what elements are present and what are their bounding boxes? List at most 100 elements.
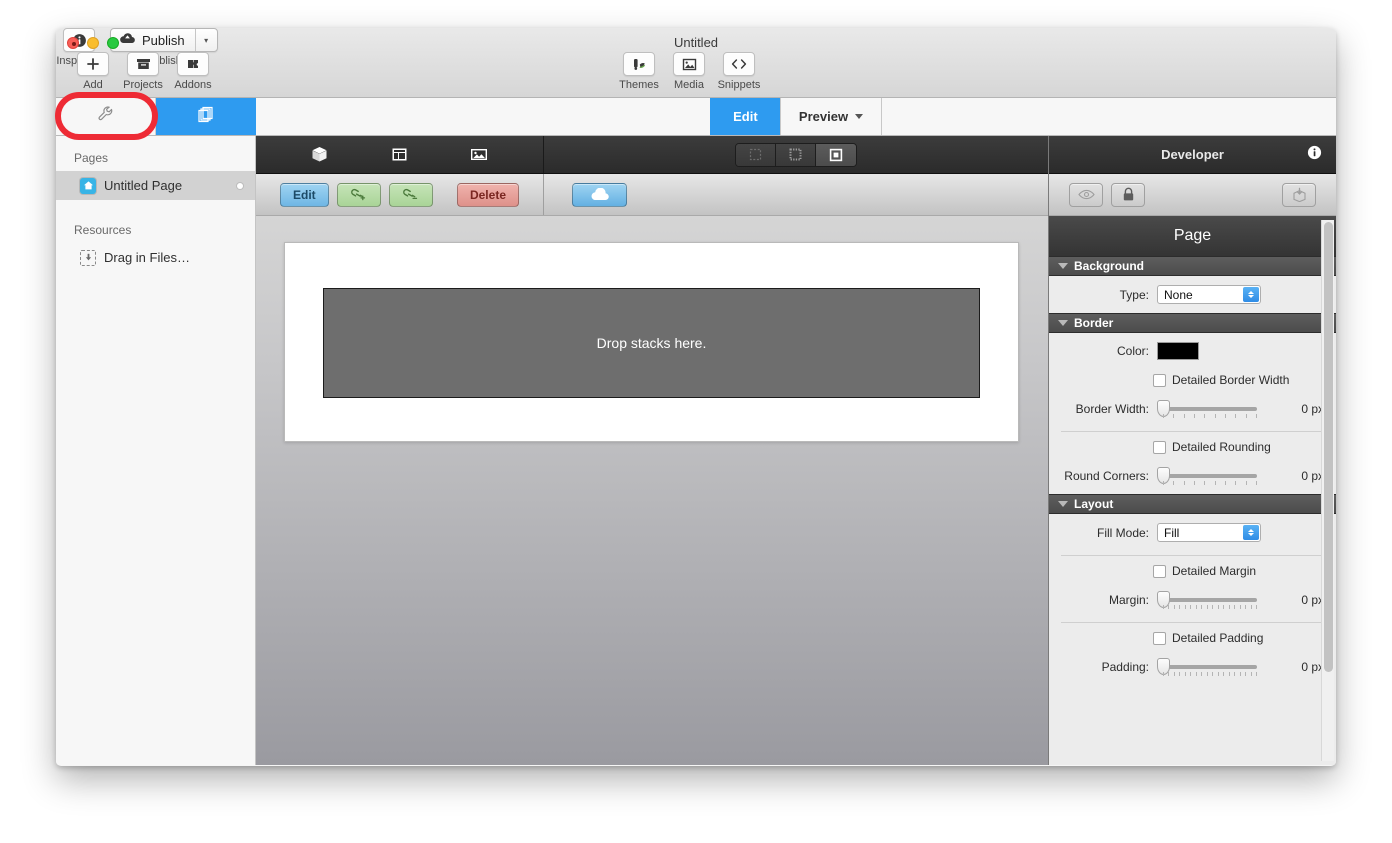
addon-plug-icon [177, 52, 209, 76]
slider-track [1161, 665, 1257, 669]
row-detailed-rounding[interactable]: Detailed Rounding [1049, 436, 1336, 458]
stepper-arrows-icon[interactable] [1243, 525, 1259, 540]
developer-panel-title: Developer [1161, 147, 1224, 162]
mobile-view-button[interactable] [816, 143, 856, 166]
editor-canvas[interactable]: Drop stacks here. [256, 216, 1048, 765]
sidebar-item-drag-in-files[interactable]: Drag in Files… [56, 243, 255, 272]
page-sheet[interactable]: Drop stacks here. [284, 242, 1019, 442]
toolbar-themes-label: Themes [619, 79, 659, 91]
toolbar-group-left: Add Projects Addons [70, 52, 216, 91]
mode-preview-button[interactable]: Preview [779, 98, 883, 135]
padding-slider[interactable] [1157, 658, 1257, 676]
sidebar-item-label: Untitled Page [104, 178, 183, 193]
view-mode-bar [544, 136, 1048, 173]
detailed-padding-label: Detailed Padding [1172, 631, 1264, 645]
sidebar-item-label: Drag in Files… [104, 250, 190, 265]
detailed-padding-checkbox[interactable] [1153, 631, 1166, 645]
detailed-rounding-checkbox[interactable] [1153, 440, 1166, 454]
fill-mode-select[interactable]: Fill [1157, 523, 1261, 542]
inspector-section-background[interactable]: Background [1049, 256, 1336, 276]
label-border-width: Border Width: [1075, 402, 1149, 416]
label-padding: Padding: [1101, 660, 1149, 674]
slider-ticks [1163, 414, 1257, 419]
developer-button-bar [1049, 174, 1336, 216]
stepper-arrows-icon[interactable] [1243, 287, 1259, 302]
disclosure-triangle-icon[interactable] [1058, 501, 1068, 507]
screenshot-root: Untitled Add Projects Addons Themes Medi… [0, 0, 1392, 843]
inspector-scrollbar[interactable] [1321, 220, 1334, 761]
detailed-rounding-label: Detailed Rounding [1172, 440, 1271, 454]
preview-eye-button[interactable] [1069, 182, 1103, 207]
row-detailed-border-width[interactable]: Detailed Border Width [1049, 369, 1336, 391]
image-placeholder-icon[interactable] [468, 144, 490, 166]
row-detailed-padding[interactable]: Detailed Padding [1049, 627, 1336, 649]
chevron-down-icon [855, 114, 864, 119]
tab-strip: Edit Preview [56, 98, 1336, 136]
label-background-type: Type: [1119, 287, 1149, 302]
link-remove-button[interactable] [388, 182, 433, 207]
section-label: Background [1074, 259, 1145, 273]
unsaved-dot [237, 182, 243, 189]
inspector-scrollbar-thumb[interactable] [1324, 222, 1333, 672]
mode-edit-button[interactable]: Edit [709, 98, 780, 135]
developer-panel-header: Developer [1049, 136, 1336, 174]
export-box-button[interactable] [1282, 182, 1316, 207]
divider [1061, 431, 1324, 432]
row-detailed-margin[interactable]: Detailed Margin [1049, 560, 1336, 582]
drop-stacks-zone[interactable]: Drop stacks here. [323, 288, 980, 398]
slider-ticks [1163, 481, 1257, 486]
slider-track [1161, 407, 1257, 411]
publish-cloud-button[interactable] [572, 182, 627, 207]
window-title: Untitled [673, 35, 719, 50]
sidebar-item-untitled-page[interactable]: Untitled Page [56, 171, 255, 200]
dropzone-label: Drop stacks here. [596, 335, 707, 351]
tab-tools[interactable] [56, 98, 156, 135]
lock-button[interactable] [1111, 182, 1145, 207]
drag-in-files-icon [80, 249, 96, 266]
label-fill-mode: Fill Mode: [1096, 525, 1149, 540]
info-circle-icon[interactable] [1307, 145, 1322, 165]
detailed-border-width-checkbox[interactable] [1153, 373, 1166, 387]
toolbar-media[interactable]: Media [666, 52, 712, 91]
desktop-view-button[interactable] [736, 143, 776, 166]
disclosure-triangle-icon[interactable] [1058, 263, 1068, 269]
editor-dark-toolbar [256, 136, 1048, 174]
label-border-color: Color: [1116, 344, 1149, 358]
detailed-border-width-label: Detailed Border Width [1172, 373, 1290, 387]
chevron-down-icon [1248, 533, 1254, 536]
sidebar-heading-resources: Resources [74, 223, 132, 237]
edit-button[interactable]: Edit [280, 182, 329, 207]
link-add-button[interactable] [336, 182, 381, 207]
action-buttons: Edit Delete [256, 174, 544, 215]
slider-ticks [1163, 605, 1257, 610]
border-color-swatch[interactable] [1157, 342, 1199, 360]
tab-pages[interactable] [156, 98, 256, 135]
toolbar-add-label: Add [83, 79, 103, 91]
disclosure-triangle-icon[interactable] [1058, 320, 1068, 326]
border-width-slider[interactable] [1157, 400, 1257, 418]
delete-button[interactable]: Delete [456, 182, 519, 207]
section-label: Border [1074, 316, 1114, 330]
chevron-up-icon [1248, 291, 1254, 294]
row-round-corners: Round Corners: 0 px [1049, 458, 1336, 494]
layout-panel-icon[interactable] [388, 144, 410, 166]
stack-cube-icon[interactable] [309, 144, 331, 166]
toolbar-projects[interactable]: Projects [120, 52, 166, 91]
background-type-select[interactable]: None [1157, 285, 1261, 304]
tablet-view-button[interactable] [776, 143, 816, 166]
fill-mode-value: Fill [1164, 525, 1180, 540]
inspector-section-layout[interactable]: Layout [1049, 494, 1336, 514]
toolbar-snippets[interactable]: Snippets [716, 52, 762, 91]
detailed-margin-checkbox[interactable] [1153, 564, 1166, 578]
toolbar-themes[interactable]: Themes [616, 52, 662, 91]
round-corners-slider[interactable] [1157, 467, 1257, 485]
toolbar-add[interactable]: Add [70, 52, 116, 91]
sidebar-heading-pages: Pages [74, 151, 109, 165]
divider [1061, 555, 1324, 556]
margin-slider[interactable] [1157, 591, 1257, 609]
themes-paint-icon [623, 52, 655, 76]
window-body: Pages Untitled Page Resources Drag in Fi… [56, 136, 1336, 765]
inspector-section-border[interactable]: Border [1049, 313, 1336, 333]
archive-box-icon [127, 52, 159, 76]
toolbar-addons[interactable]: Addons [170, 52, 216, 91]
